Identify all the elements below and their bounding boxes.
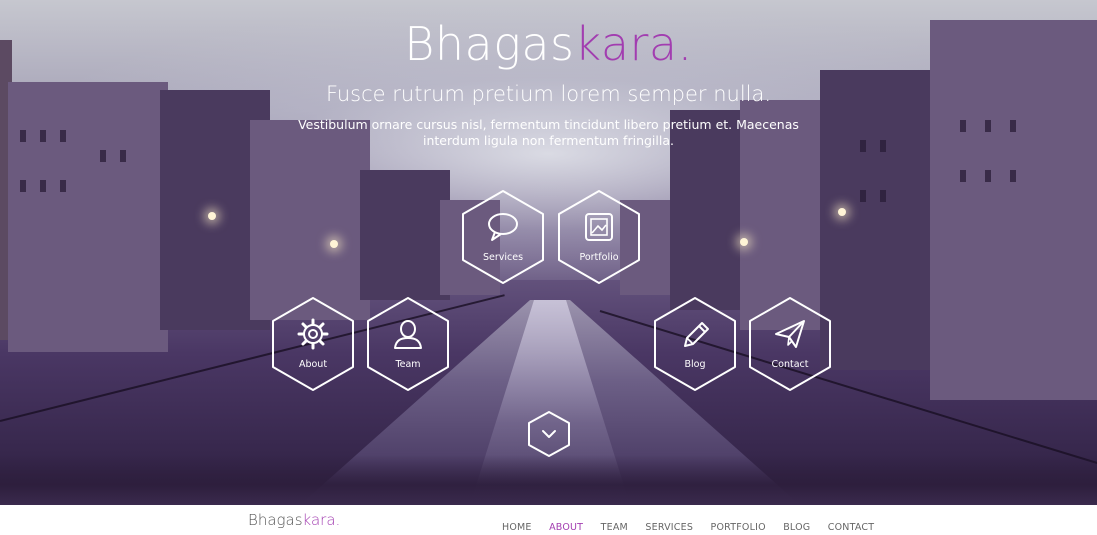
hero-subtext: Vestibulum ornare cursus nisl, fermentum… <box>298 117 799 148</box>
navbar-logo-accent: kara <box>302 511 336 529</box>
window <box>1010 170 1016 182</box>
scroll-down-button[interactable] <box>527 410 571 458</box>
speech-bubble-icon <box>488 213 518 241</box>
building-left-4 <box>250 120 370 320</box>
window <box>860 140 866 152</box>
person-icon <box>394 320 422 349</box>
hex-button-label: Services <box>482 252 524 263</box>
street-lamp <box>330 240 338 248</box>
building-right-4 <box>820 70 940 370</box>
hero-logo-main: Bhagas <box>404 17 575 71</box>
hero-logo: Bhagaskara. <box>0 12 1097 76</box>
building-right-5 <box>930 20 1097 400</box>
window <box>40 180 46 192</box>
gear-icon <box>297 318 329 350</box>
hex-button-label: About <box>298 359 328 370</box>
pencil-icon <box>684 322 709 347</box>
window <box>60 180 66 192</box>
navbar-logo-main: Bhagas <box>248 511 303 529</box>
street-lamp <box>740 238 748 246</box>
street-lamp <box>838 208 846 216</box>
paper-plane-icon <box>775 320 805 348</box>
nav-item-about[interactable]: ABOUT <box>549 522 583 533</box>
nav-item-services[interactable]: SERVICES <box>645 522 693 533</box>
hex-button-label: Blog <box>684 359 706 370</box>
hex-button-services[interactable]: Services <box>459 189 547 285</box>
hex-button-blog[interactable]: Blog <box>651 296 739 392</box>
navbar-logo-dot: . <box>335 511 341 529</box>
window <box>880 140 886 152</box>
nav-item-home[interactable]: HOME <box>502 522 532 533</box>
hex-button-team[interactable]: Team <box>364 296 452 392</box>
chevron-down-icon <box>542 430 556 438</box>
window <box>20 180 26 192</box>
hero-tagline: Fusce rutrum pretium lorem semper nulla. <box>325 82 772 106</box>
window <box>960 170 966 182</box>
window <box>100 150 106 162</box>
navbar-logo[interactable]: Bhagaskara. <box>248 511 340 529</box>
hex-button-label: Contact <box>771 359 809 370</box>
window <box>1010 120 1016 132</box>
window <box>60 130 66 142</box>
window <box>960 120 966 132</box>
street-lamp <box>208 212 216 220</box>
nav-menu: HOME ABOUT TEAM SERVICES PORTFOLIO BLOG … <box>502 517 887 535</box>
building-left-2 <box>8 82 168 352</box>
window <box>985 120 991 132</box>
hero-logo-accent: kara <box>574 17 678 71</box>
hex-button-portfolio[interactable]: Portfolio <box>555 189 643 285</box>
hex-button-label: Portfolio <box>579 252 619 263</box>
window <box>20 130 26 142</box>
hero-section: Bhagaskara. Fusce rutrum pretium lorem s… <box>0 0 1097 505</box>
window <box>40 130 46 142</box>
building-left-5 <box>360 170 450 300</box>
hex-button-about[interactable]: About <box>269 296 357 392</box>
foreground-blur <box>0 455 1097 505</box>
nav-item-contact[interactable]: CONTACT <box>828 522 874 533</box>
nav-item-blog[interactable]: BLOG <box>783 522 810 533</box>
window <box>120 150 126 162</box>
hex-button-label: Team <box>395 359 421 370</box>
nav-item-portfolio[interactable]: PORTFOLIO <box>711 522 766 533</box>
nav-item-team[interactable]: TEAM <box>601 522 628 533</box>
hero-logo-dot: . <box>677 17 693 71</box>
window <box>860 190 866 202</box>
navbar: Bhagaskara. HOME ABOUT TEAM SERVICES POR… <box>0 505 1097 535</box>
picture-frame-icon <box>585 213 613 241</box>
window <box>985 170 991 182</box>
window <box>880 190 886 202</box>
hex-button-contact[interactable]: Contact <box>746 296 834 392</box>
